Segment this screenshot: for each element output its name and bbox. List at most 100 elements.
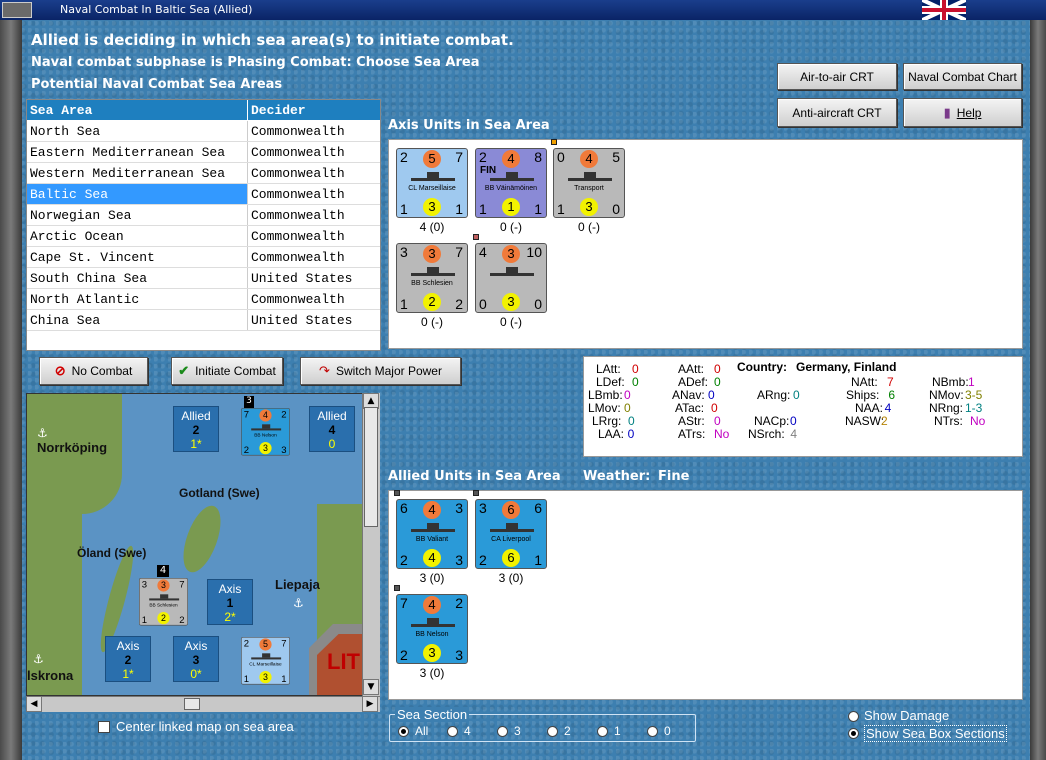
decider-cell: Commonwealth: [248, 184, 358, 204]
table-row[interactable]: North Sea Commonwealth: [27, 121, 380, 142]
vertical-scroll-thumb[interactable]: [364, 407, 378, 527]
map-horizontal-scrollbar[interactable]: ◀ ▶: [26, 696, 380, 712]
decider-cell: Commonwealth: [251, 144, 345, 160]
stat-label: NSrch:: [748, 427, 785, 441]
sea-section-radio[interactable]: [447, 726, 458, 737]
table-row[interactable]: Baltic Sea Commonwealth: [27, 184, 380, 205]
checkmark-icon: ✔: [178, 363, 190, 378]
unit-counter[interactable]: 2 5 7 CL Marseillaise 1 3 1: [241, 637, 290, 685]
table-header: Sea Area Decider: [27, 100, 380, 121]
horizontal-scroll-thumb[interactable]: [184, 698, 200, 710]
switch-major-power-button[interactable]: ↷ Switch Major Power: [300, 357, 461, 385]
table-row[interactable]: China Sea United States: [27, 310, 380, 331]
system-menu-icon[interactable]: [2, 2, 32, 18]
stat-value: No: [970, 414, 986, 428]
naval-combat-chart-button[interactable]: Naval Combat Chart: [903, 63, 1022, 90]
map-label-liepaja: Liepaja: [275, 577, 320, 592]
counter-top-right: 7: [281, 637, 287, 649]
unit-counter[interactable]: 6 4 3 BB Valiant 2 4 3: [396, 499, 468, 569]
linked-map[interactable]: LIT Norrköping Gotland (Swe) Öland (Swe)…: [26, 393, 380, 696]
ship-silhouette-icon: [568, 172, 612, 181]
counter-top-right: 3: [455, 500, 463, 516]
sea-box[interactable]: Axis 1 2*: [207, 579, 253, 625]
stat-value: 0: [624, 388, 631, 402]
window-frame-right: [1030, 20, 1046, 760]
counter-top-left: 7: [243, 408, 250, 420]
subphase-text: Naval combat subphase is Phasing Combat:…: [31, 55, 480, 70]
table-row[interactable]: Western Mediterranean Sea Commonwealth: [27, 163, 380, 184]
unit-name: Transport: [574, 185, 604, 192]
sea-section-radio[interactable]: [647, 726, 658, 737]
no-combat-button[interactable]: ⊘ No Combat: [39, 357, 148, 385]
table-row[interactable]: North Atlantic Commonwealth: [27, 289, 380, 310]
scroll-down-icon[interactable]: ▼: [363, 679, 379, 695]
sea-section-radio[interactable]: [497, 726, 508, 737]
unit-name: CL Marseillaise: [408, 185, 456, 192]
allied-units-title: Allied Units in Sea Area: [388, 469, 561, 484]
sea-box-value: 1*: [190, 437, 202, 451]
unit-counter[interactable]: 2 5 7 CL Marseillaise 1 3 1: [396, 148, 468, 218]
unit-counter[interactable]: 3 6 6 CA Liverpool 2 6 1: [475, 499, 547, 569]
port-anchor-icon: ⚓: [33, 652, 44, 666]
scroll-left-icon[interactable]: ◀: [26, 696, 42, 712]
counter-top-right: 5: [612, 149, 620, 165]
unit-status-caption: 3 (0): [419, 571, 445, 585]
table-row[interactable]: South China Sea United States: [27, 268, 380, 289]
counter-bottom-right: 1: [534, 201, 542, 217]
sea-box[interactable]: Allied 4 0: [309, 406, 355, 452]
unit-counter[interactable]: 7 4 2 BB Nelson 2 3 3: [396, 594, 468, 664]
counter-top-left: 7: [400, 595, 408, 611]
table-row[interactable]: Cape St. Vincent Commonwealth: [27, 247, 380, 268]
stack-count-badge: 4: [157, 565, 169, 577]
show-sections-radio[interactable]: [848, 728, 859, 739]
sea-area-cell: Western Mediterranean Sea: [27, 163, 248, 183]
show-damage-radio[interactable]: [848, 711, 859, 722]
unit-counter[interactable]: 3 3 7 BB Schlesien 1 2 2: [139, 578, 188, 626]
status-marker-icon: [551, 139, 557, 145]
sea-section-radio[interactable]: [547, 726, 558, 737]
stat-value: No: [714, 427, 730, 441]
table-row[interactable]: Eastern Mediterranean Sea Commonwealth: [27, 142, 380, 163]
stat-label: ADef:: [678, 375, 709, 389]
column-header-sea-area[interactable]: Sea Area: [27, 100, 248, 120]
sea-box-section: 2: [192, 423, 200, 437]
stat-label: NBmb:: [932, 375, 969, 389]
help-button[interactable]: ▮ Help: [903, 98, 1022, 127]
stat-label: LDef:: [596, 375, 625, 389]
sea-box[interactable]: Axis 2 1*: [105, 636, 151, 682]
port-anchor-icon: ⚓: [293, 596, 304, 610]
counter-bottom-left: 2: [400, 647, 408, 663]
stat-label: AAtt:: [678, 362, 705, 376]
air-to-air-crt-button[interactable]: Air-to-air CRT: [777, 63, 897, 90]
unit-counter[interactable]: 0 4 5 Transport 1 3 0: [553, 148, 625, 218]
ship-silhouette-icon: [411, 267, 455, 276]
status-marker-icon: [473, 490, 479, 496]
initiate-combat-button[interactable]: ✔ Initiate Combat: [171, 357, 283, 385]
center-map-checkbox[interactable]: [98, 721, 110, 733]
window-frame-left: [0, 20, 22, 760]
map-vertical-scrollbar[interactable]: ▲ ▼: [362, 393, 380, 696]
scroll-right-icon[interactable]: ▶: [362, 696, 378, 712]
table-row[interactable]: Norwegian Sea Commonwealth: [27, 205, 380, 226]
column-header-decider[interactable]: Decider: [248, 100, 358, 120]
stat-value: 6: [888, 388, 896, 402]
table-row[interactable]: Arctic Ocean Commonwealth: [27, 226, 380, 247]
unit-counter[interactable]: 2 4 8 FIN BB Väinämöinen 1 1 1: [475, 148, 547, 218]
anti-aircraft-crt-button[interactable]: Anti-aircraft CRT: [777, 98, 897, 127]
sea-area-cell: Baltic Sea: [27, 184, 248, 204]
stat-label: LBmb:: [588, 388, 623, 402]
sea-box-value: 1*: [122, 667, 134, 681]
unit-counter[interactable]: 3 3 7 BB Schlesien 1 2 2: [396, 243, 468, 313]
counter-top-left: 2: [400, 149, 408, 165]
unit-name: BB Nelson: [254, 433, 277, 438]
sea-box[interactable]: Axis 3 0*: [173, 636, 219, 682]
sea-section-radio[interactable]: [597, 726, 608, 737]
sea-box-side: Axis: [116, 639, 140, 653]
sea-section-radio[interactable]: [398, 726, 409, 737]
sea-area-cell: Eastern Mediterranean Sea: [27, 142, 248, 162]
unit-counter[interactable]: 7 4 2 BB Nelson 2 3 3: [241, 408, 290, 456]
sea-box[interactable]: Allied 2 1*: [173, 406, 219, 452]
counter-bottom-left: 1: [557, 201, 565, 217]
unit-counter[interactable]: 4 3 10 0 3 0: [475, 243, 547, 313]
status-marker-icon: [394, 585, 400, 591]
